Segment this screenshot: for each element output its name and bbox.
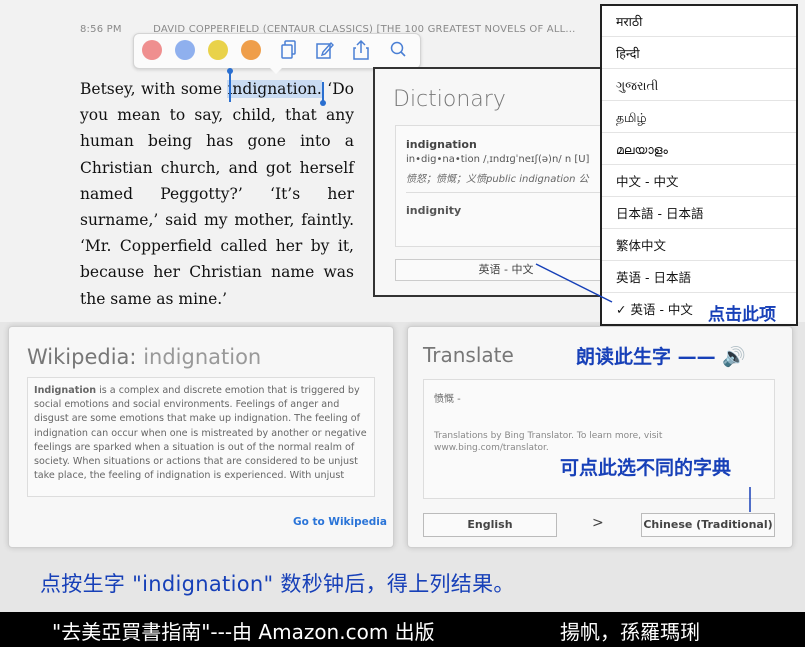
- footer-publication: "去美亞買書指南"---由 Amazon.com 出版: [52, 620, 435, 644]
- translation-credit: Translations by Bing Translator. To lear…: [434, 431, 663, 453]
- caption: 点按生字 "indignation" 数秒钟后，得上列结果。: [40, 572, 515, 596]
- dictionary-divider: [406, 192, 606, 193]
- dictionary-selector[interactable]: 英语 - 中文: [395, 259, 617, 281]
- dictionary-pronunciation: in•dig•na•tion /ˌɪndɪɡˈneɪʃ(ə)n/ n [U]: [406, 154, 590, 165]
- menu-item-japanese-japanese[interactable]: 日本語 - 日本語: [602, 198, 796, 229]
- menu-item-english-japanese[interactable]: 英语 - 日本語: [602, 262, 796, 293]
- passage-before: Betsey, with some: [80, 80, 228, 98]
- book-passage[interactable]: Betsey, with some indignation. ‘Do you m…: [80, 76, 354, 312]
- status-time: 8:56 PM: [80, 24, 122, 35]
- translation-box: 愤慨 - Translations by Bing Translator. To…: [423, 379, 775, 499]
- pick-dictionary-annotation: 可点此选不同的字典: [560, 457, 732, 479]
- dictionary-language-menu: मराठी हिन्दी ગુજરાતી தமிழ் മലയാളം 中文 - 中…: [600, 4, 798, 326]
- wikipedia-title: Wikipedia: indignation: [27, 345, 261, 369]
- footer-bar: "去美亞買書指南"---由 Amazon.com 出版 揚帆，孫羅瑪琍: [0, 612, 805, 647]
- menu-item-label: 英语 - 中文: [630, 302, 693, 317]
- source-language-button[interactable]: English: [423, 513, 557, 537]
- dictionary-definition: 愤怒；愤慨；义愤public indignation 公: [406, 174, 589, 185]
- toolbar-pointer: [268, 66, 284, 74]
- translate-panel: Translate 朗读此生字 —— 🔊 愤慨 - Translations b…: [407, 326, 793, 548]
- language-direction-arrow: >: [592, 515, 604, 531]
- target-language-button[interactable]: Chinese (Traditional): [641, 513, 775, 537]
- translate-title: Translate: [423, 343, 514, 367]
- note-icon[interactable]: [315, 39, 335, 61]
- passage-after: ‘Do you mean to say, child, that any hum…: [80, 80, 354, 308]
- click-here-annotation: 点击此项: [708, 305, 776, 325]
- dictionary-related-word[interactable]: indignity: [406, 204, 461, 217]
- highlight-yellow-button[interactable]: [208, 40, 228, 60]
- menu-item-gujarati[interactable]: ગુજરાતી: [602, 70, 796, 101]
- wikipedia-summary: is a complex and discrete emotion that i…: [34, 385, 367, 482]
- menu-item-tamil[interactable]: தமிழ்: [602, 102, 796, 133]
- selection-toolbar: [133, 33, 421, 69]
- menu-item-hindi[interactable]: हिन्दी: [602, 38, 796, 69]
- wikipedia-extract: Indignation is a complex and discrete em…: [27, 377, 375, 497]
- wikipedia-label: Wikipedia:: [27, 345, 137, 369]
- translation-result: 愤慨 -: [434, 394, 461, 405]
- highlight-red-button[interactable]: [142, 40, 162, 60]
- speak-word-annotation[interactable]: 朗读此生字 —— 🔊: [576, 342, 746, 369]
- share-icon[interactable]: [351, 39, 371, 61]
- wikipedia-text: Indignation is a complex and discrete em…: [34, 384, 368, 483]
- menu-item-marathi[interactable]: मराठी: [602, 6, 796, 37]
- menu-item-malayalam[interactable]: മലയാളം: [602, 134, 796, 165]
- checkmark-icon: ✓: [616, 302, 627, 317]
- go-to-wikipedia-link[interactable]: Go to Wikipedia: [293, 516, 387, 528]
- wikipedia-panel: Wikipedia: indignation Indignation is a …: [8, 326, 394, 548]
- dictionary-panel: Dictionary indignation in•dig•na•tion /ˌ…: [373, 67, 617, 297]
- selected-word[interactable]: indignation.: [227, 80, 322, 98]
- wikipedia-query: indignation: [143, 345, 262, 369]
- menu-item-chinese-chinese[interactable]: 中文 - 中文: [602, 166, 796, 197]
- wikipedia-term: Indignation: [34, 385, 97, 396]
- selection-start-bar: [229, 72, 231, 102]
- highlight-orange-button[interactable]: [241, 40, 261, 60]
- selection-end-handle[interactable]: [320, 100, 326, 106]
- dictionary-word: indignation: [406, 138, 477, 151]
- copy-icon[interactable]: [279, 39, 299, 61]
- search-icon[interactable]: [388, 39, 408, 61]
- menu-item-traditional-chinese[interactable]: 繁体中文: [602, 230, 796, 261]
- highlight-blue-button[interactable]: [175, 40, 195, 60]
- dictionary-entry: indignation in•dig•na•tion /ˌɪndɪɡˈneɪʃ(…: [395, 125, 617, 247]
- footer-author: 揚帆，孫羅瑪琍: [560, 620, 700, 644]
- dictionary-title: Dictionary: [393, 87, 506, 112]
